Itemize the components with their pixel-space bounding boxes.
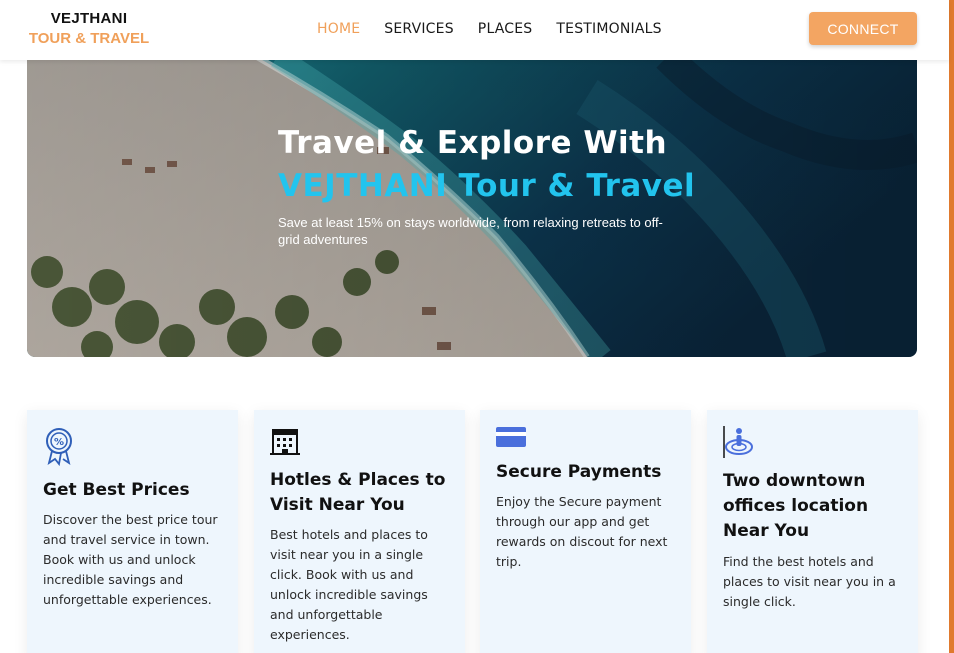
connect-button[interactable]: CONNECT — [809, 12, 917, 45]
nav-services[interactable]: SERVICES — [384, 21, 454, 37]
discount-badge-icon: % — [46, 428, 72, 466]
brand-name: VEJTHANI — [50, 10, 128, 27]
nav-places[interactable]: PLACES — [478, 21, 533, 37]
hero-brand-title: VEJTHANI Tour & Travel — [278, 168, 696, 204]
credit-card-icon — [496, 427, 526, 447]
nav-testimonials[interactable]: TESTIMONIALS — [556, 21, 661, 37]
brand-tagline: TOUR & TRAVEL — [28, 30, 150, 47]
feature-card-offices: Two downtown offices location Near You F… — [707, 410, 918, 653]
nav-home[interactable]: HOME — [317, 21, 360, 37]
hero-subtitle: Save at least 15% on stays worldwide, fr… — [278, 215, 663, 247]
card-title: Secure Payments — [496, 462, 662, 482]
card-title: Hotles & Places to Visit Near You — [270, 470, 446, 515]
brand-logo[interactable]: VEJTHANI TOUR & TRAVEL — [27, 9, 151, 49]
hero-title: Travel & Explore With — [278, 125, 668, 161]
card-text: Discover the best price tour and travel … — [43, 512, 218, 607]
feature-card-payments: Secure Payments Enjoy the Secure payment… — [480, 410, 691, 653]
card-text: Best hotels and places to visit near you… — [270, 527, 428, 642]
main-nav: HOME SERVICES PLACES TESTIMONIALS — [317, 21, 662, 37]
site-header: VEJTHANI TOUR & TRAVEL HOME SERVICES PLA… — [0, 0, 949, 60]
hero-beach-image — [27, 57, 917, 357]
card-text: Find the best hotels and places to visit… — [723, 554, 896, 609]
card-title: Get Best Prices — [43, 480, 190, 500]
scrollbar-accent[interactable] — [949, 0, 954, 653]
hero-banner: Travel & Explore With VEJTHANI Tour & Tr… — [27, 57, 917, 357]
feature-card-best-prices: % Get Best Prices Discover the best pric… — [27, 410, 238, 653]
svg-text:%: % — [54, 437, 64, 448]
card-text: Enjoy the Secure payment through our app… — [496, 494, 668, 569]
card-title: Two downtown offices location Near You — [723, 471, 869, 541]
location-person-icon — [723, 426, 753, 458]
hotel-building-icon — [270, 429, 300, 455]
feature-card-hotels: Hotles & Places to Visit Near You Best h… — [254, 410, 465, 653]
